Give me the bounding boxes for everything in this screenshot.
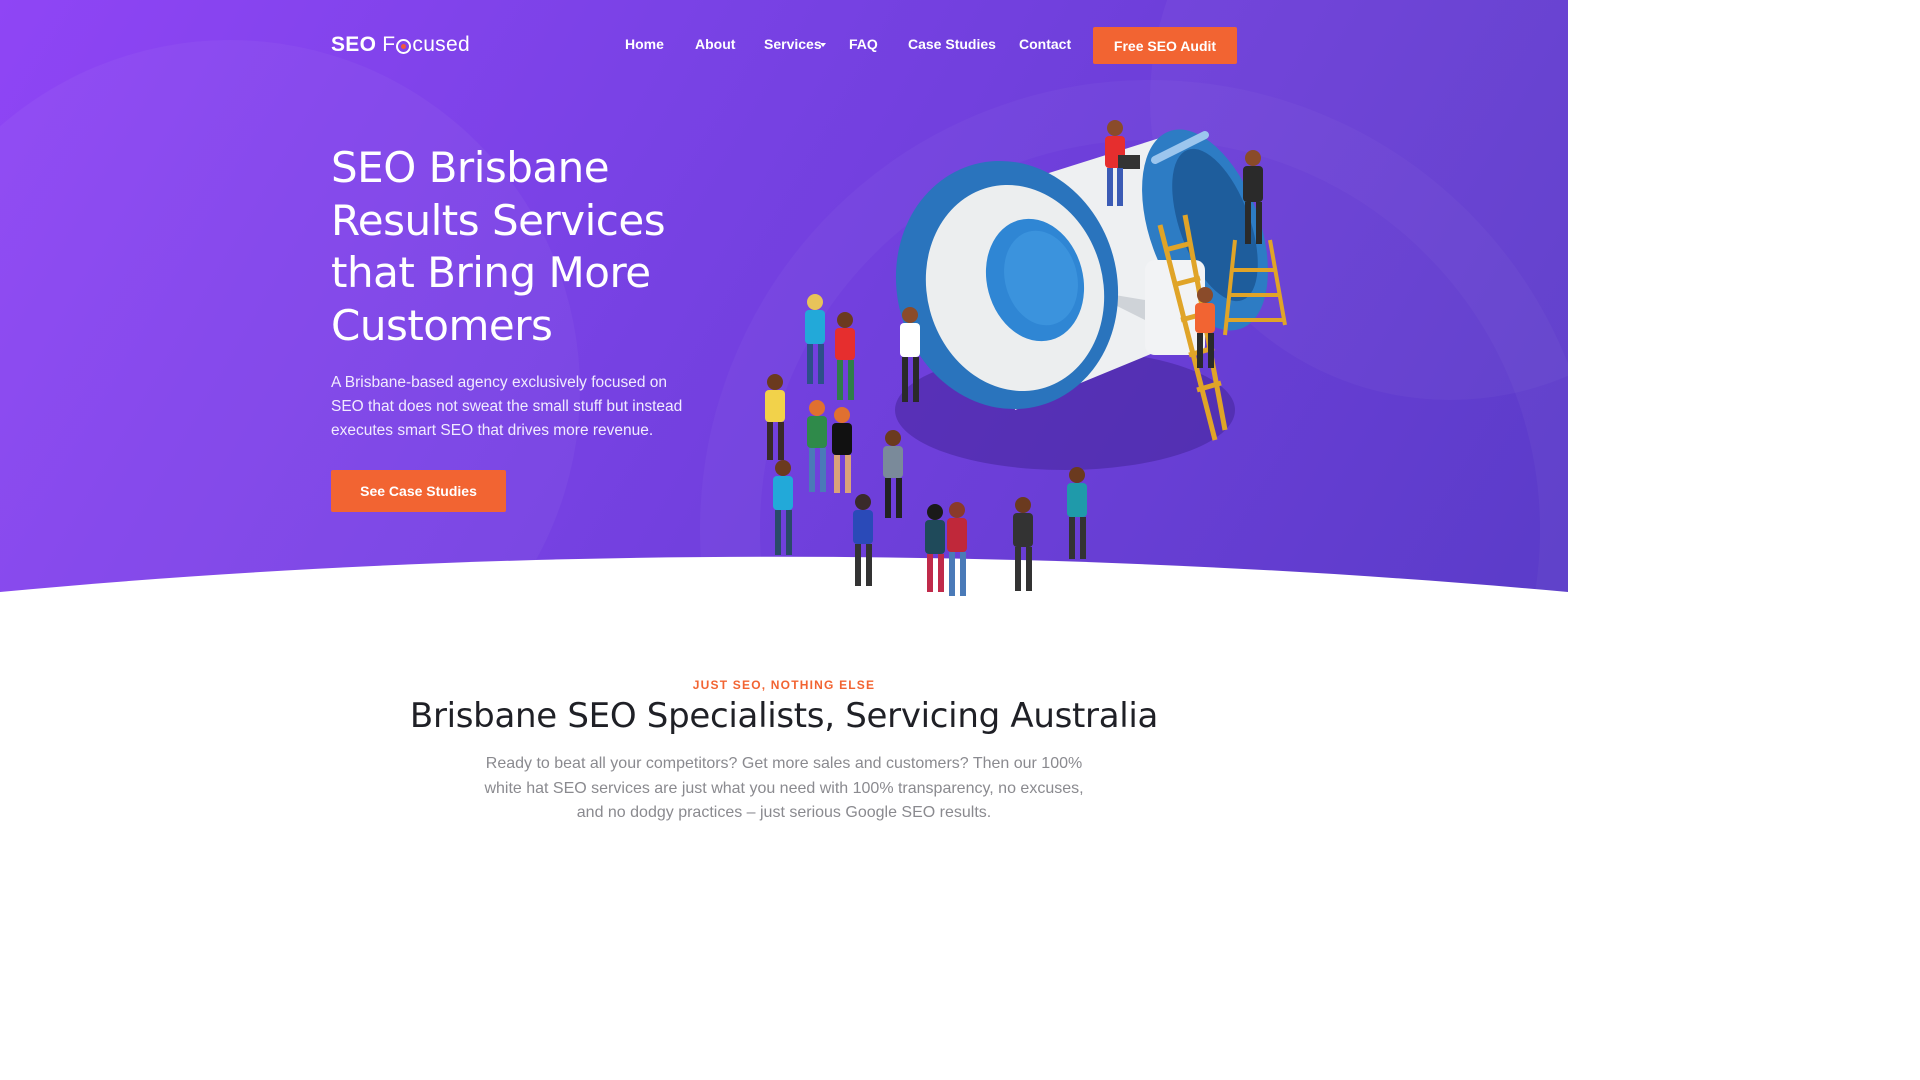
main-nav: Home About Services FAQ Case Studies Con… xyxy=(0,36,1568,56)
nav-services[interactable]: Services xyxy=(764,36,822,52)
person-icon xyxy=(805,294,825,384)
hero-title: SEO Brisbane Results Services that Bring… xyxy=(331,143,666,350)
section-body: Ready to beat all your competitors? Get … xyxy=(484,755,1084,821)
person-icon xyxy=(947,502,967,596)
person-icon xyxy=(835,312,855,400)
person-icon xyxy=(883,430,903,518)
nav-contact[interactable]: Contact xyxy=(1019,36,1071,52)
person-icon xyxy=(1013,497,1033,591)
person-icon xyxy=(832,407,852,493)
person-icon xyxy=(925,504,945,592)
section-eyebrow: JUST SEO, NOTHING ELSE xyxy=(692,678,876,692)
free-seo-audit-button[interactable]: Free SEO Audit xyxy=(1093,27,1237,64)
nav-home[interactable]: Home xyxy=(625,36,664,52)
hero-section: SEO F cused Home About Services FAQ Case… xyxy=(0,0,1568,620)
nav-about[interactable]: About xyxy=(695,36,735,52)
nav-case-studies[interactable]: Case Studies xyxy=(908,36,996,52)
megaphone-crowd-illustration xyxy=(765,120,1287,596)
person-icon xyxy=(773,460,793,555)
section-title: Brisbane SEO Specialists, Servicing Aust… xyxy=(409,696,1159,736)
person-icon xyxy=(1067,467,1087,559)
person-icon xyxy=(765,374,785,460)
nav-faq[interactable]: FAQ xyxy=(849,36,878,52)
hero-subtitle: A Brisbane-based agency exclusively focu… xyxy=(331,374,683,439)
chevron-down-icon[interactable] xyxy=(820,43,826,47)
person-icon xyxy=(807,400,827,492)
see-case-studies-button[interactable]: See Case Studies xyxy=(331,470,506,512)
person-icon xyxy=(853,494,873,586)
